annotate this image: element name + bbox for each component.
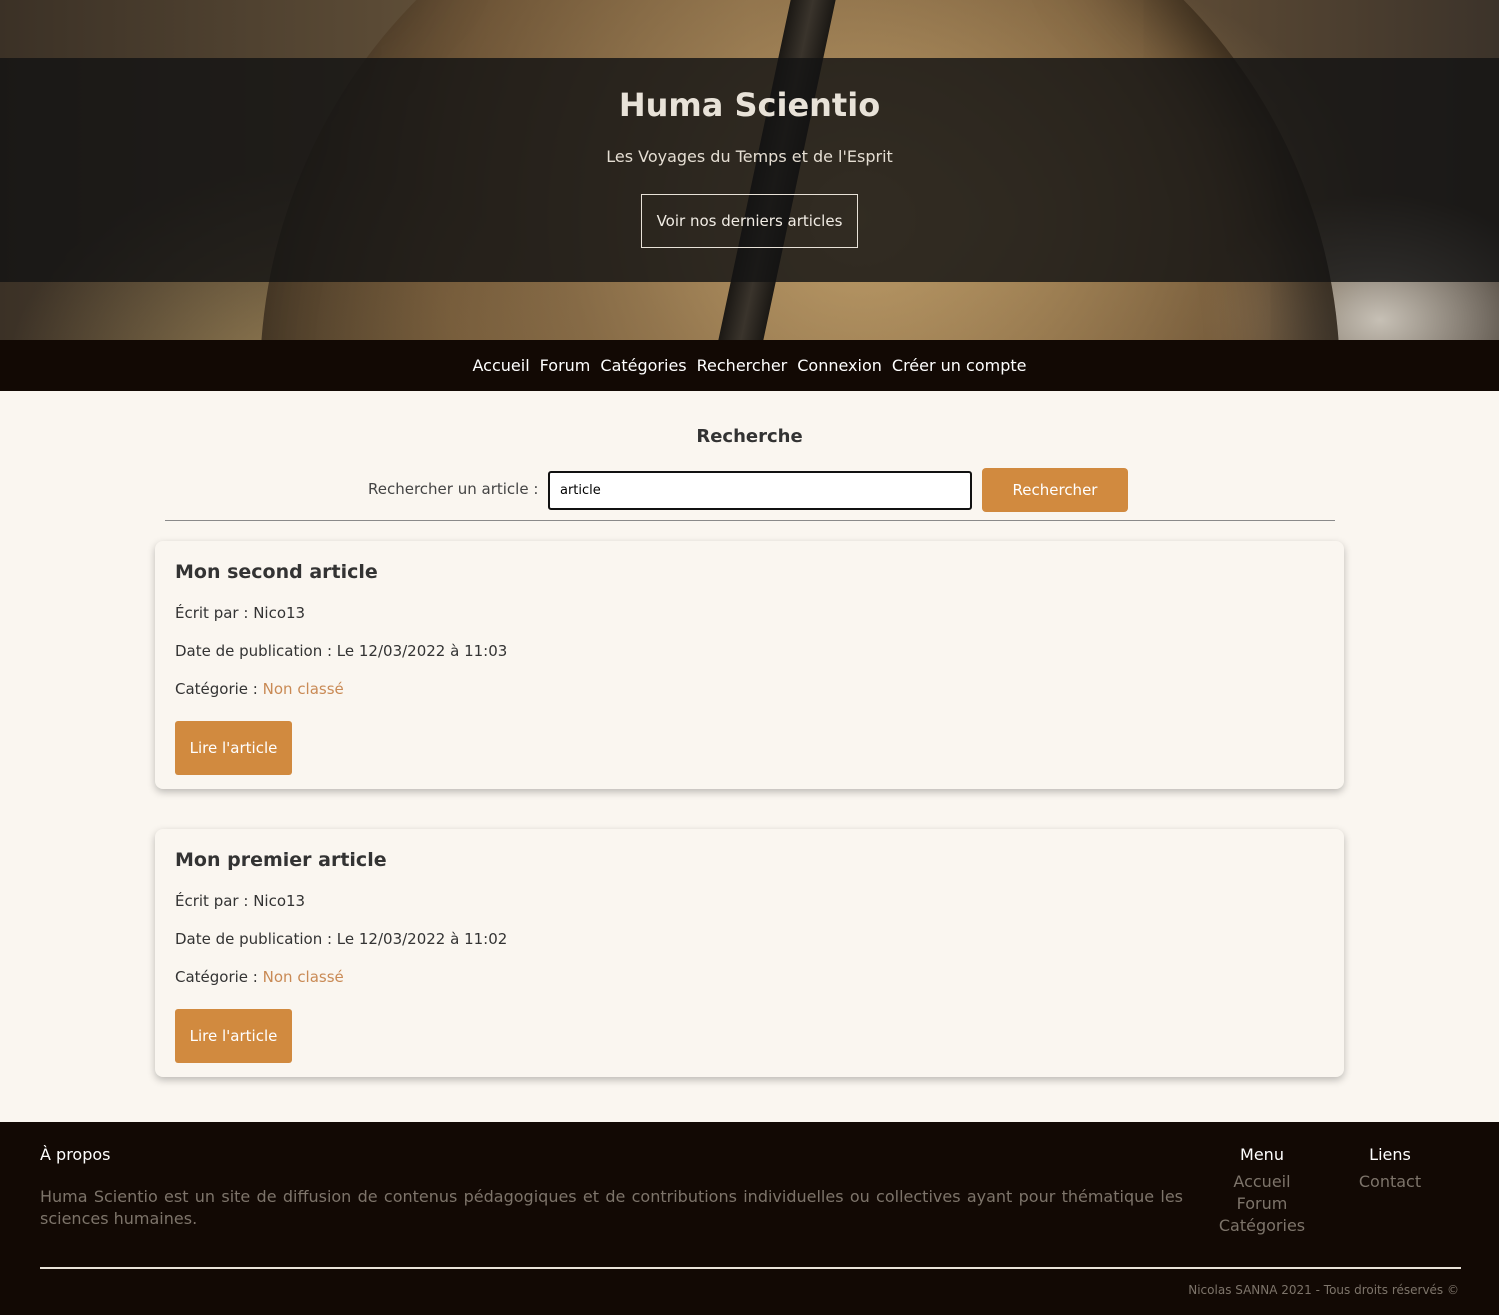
category-link[interactable]: Non classé [263, 968, 344, 986]
search-heading: Recherche [696, 426, 803, 447]
footer-about-text: Huma Scientio est un site de diffusion d… [40, 1187, 1183, 1228]
article-title: Mon second article [175, 561, 378, 583]
footer-links-title: Liens [1369, 1145, 1411, 1164]
category-link[interactable]: Non classé [263, 680, 344, 698]
author-name: Nico13 [253, 604, 306, 622]
nav-item-creer-compte[interactable]: Créer un compte [892, 356, 1027, 375]
search-button[interactable]: Rechercher [982, 468, 1128, 512]
footer-link-accueil[interactable]: Accueil [1210, 1171, 1314, 1193]
search-label: Rechercher un article : [368, 480, 539, 498]
article-date: Date de publication : Le 12/03/2022 à 11… [175, 642, 507, 660]
footer-menu-title: Menu [1240, 1145, 1284, 1164]
read-article-button[interactable]: Lire l'article [175, 721, 292, 775]
latest-articles-button[interactable]: Voir nos derniers articles [641, 194, 858, 248]
article-card: Mon second article Écrit par : Nico13 Da… [155, 541, 1344, 789]
footer-copyright: Nicolas SANNA 2021 - Tous droits réservé… [1188, 1283, 1459, 1297]
date-value: Le 12/03/2022 à 11:03 [336, 642, 508, 660]
article-author: Écrit par : Nico13 [175, 604, 305, 622]
nav-item-forum[interactable]: Forum [540, 356, 591, 375]
footer-links: Liens Contact [1345, 1145, 1435, 1193]
read-article-button[interactable]: Lire l'article [175, 1009, 292, 1063]
site-title: Huma Scientio [618, 86, 881, 124]
site-footer: À propos Huma Scientio est un site de di… [0, 1122, 1499, 1315]
footer-link-forum[interactable]: Forum [1210, 1193, 1314, 1215]
date-value: Le 12/03/2022 à 11:02 [336, 930, 508, 948]
nav-item-rechercher[interactable]: Rechercher [697, 356, 788, 375]
footer-about-title: À propos [40, 1145, 111, 1164]
author-label: Écrit par : [175, 604, 254, 622]
date-label: Date de publication : [175, 642, 337, 660]
date-label: Date de publication : [175, 930, 337, 948]
category-label: Catégorie : [175, 680, 263, 698]
footer-menu: Menu Accueil Forum Catégories [1210, 1145, 1314, 1237]
search-divider [165, 520, 1335, 521]
footer-link-contact[interactable]: Contact [1345, 1171, 1435, 1193]
article-card: Mon premier article Écrit par : Nico13 D… [155, 829, 1344, 1077]
author-name: Nico13 [253, 892, 306, 910]
author-label: Écrit par : [175, 892, 254, 910]
article-title: Mon premier article [175, 849, 387, 871]
nav-item-categories[interactable]: Catégories [600, 356, 686, 375]
main-nav: Accueil Forum Catégories Rechercher Conn… [0, 340, 1499, 391]
footer-link-categories[interactable]: Catégories [1210, 1215, 1314, 1237]
search-input[interactable] [548, 471, 972, 510]
article-author: Écrit par : Nico13 [175, 892, 305, 910]
article-category: Catégorie : Non classé [175, 968, 344, 986]
footer-divider [40, 1267, 1461, 1269]
nav-item-connexion[interactable]: Connexion [797, 356, 882, 375]
article-date: Date de publication : Le 12/03/2022 à 11… [175, 930, 507, 948]
site-subtitle: Les Voyages du Temps et de l'Esprit [606, 147, 893, 166]
nav-item-accueil[interactable]: Accueil [473, 356, 530, 375]
hero-banner: Huma Scientio Les Voyages du Temps et de… [0, 0, 1499, 340]
article-category: Catégorie : Non classé [175, 680, 344, 698]
category-label: Catégorie : [175, 968, 263, 986]
